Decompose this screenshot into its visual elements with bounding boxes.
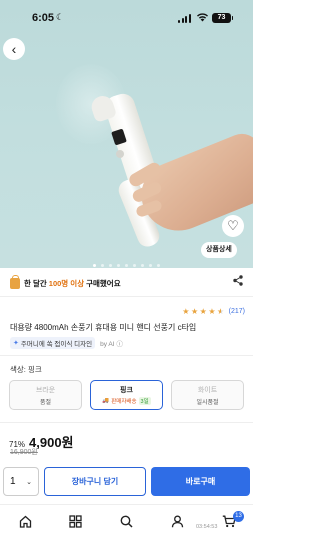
pagination-dot (125, 264, 128, 267)
pagination-dot (157, 264, 160, 267)
ai-summary-badge: ✦ 주머니에 쏙 접이식 디자인 (10, 337, 96, 349)
arrival-label: 판매자배송 (111, 399, 137, 405)
pagination-dot (141, 264, 144, 267)
purchase-suffix: 구매했어요 (86, 278, 121, 288)
status-time: 6:05 (32, 12, 55, 24)
action-bar: 1 ⌄ 장바구니 담기 바로구매 (3, 467, 250, 497)
ai-summary-text: 주머니에 쏙 접이식 디자인 (20, 341, 93, 348)
rating-count[interactable]: (217) (229, 308, 245, 315)
back-button[interactable]: ‹ (3, 38, 25, 60)
pagination-dot (149, 264, 152, 267)
tab-search[interactable] (115, 511, 137, 531)
cart-count-badge: 13 (233, 511, 244, 522)
product-title: 대용량 4800mAh 손풍기 휴대용 미니 핸디 선풍기 c타입 (10, 323, 197, 332)
star-half-icon: ★ (216, 307, 224, 316)
ai-badge-row: ✦ 주머니에 쏙 접이식 디자인 by AI ⓘ (10, 337, 123, 349)
option-name: 핑크 (120, 387, 133, 394)
divider (0, 355, 253, 356)
star-icon: ★ (190, 307, 198, 316)
option-status: 일시품절 (196, 399, 219, 406)
pagination-dot (93, 264, 96, 267)
fan-button (116, 150, 124, 158)
search-icon (120, 515, 133, 528)
signal-icon (178, 14, 192, 23)
image-pagination (0, 264, 253, 267)
option-name: 브라운 (35, 386, 56, 394)
moon-icon: ☾ (56, 12, 65, 22)
bottom-tab-bar: 13 03:54:53 (0, 504, 253, 550)
wishlist-button[interactable]: ♡ (222, 215, 244, 237)
star-icon: ★ (182, 307, 189, 316)
product-detail-button[interactable]: 상품상세 (201, 242, 237, 258)
person-icon (171, 515, 183, 527)
tab-cart[interactable]: 13 (218, 511, 244, 531)
shopping-bag-icon (10, 274, 20, 289)
wifi-icon (197, 13, 208, 22)
divider (0, 296, 253, 297)
purchase-count-row: 한 달간 100명 이상 구매했어요 (10, 274, 243, 291)
pagination-dot (117, 264, 120, 267)
grid-icon (68, 514, 82, 528)
ai-attribution[interactable]: by AI ⓘ (100, 338, 123, 348)
tab-home[interactable] (14, 511, 36, 531)
purchase-prefix: 한 달간 (24, 278, 47, 288)
home-icon (19, 515, 31, 528)
quantity-value: 1 (10, 476, 16, 487)
product-image[interactable]: ‹ ♡ 상품상세 (0, 0, 253, 268)
sparkle-icon: ✦ (13, 340, 19, 347)
timestamp-text: 03:54:53 (196, 524, 218, 530)
quantity-select[interactable]: 1 ⌄ (3, 467, 39, 496)
chevron-left-icon: ‹ (11, 41, 17, 57)
option-name: 화이트 (197, 386, 218, 394)
truck-icon: 🚚 (102, 398, 110, 404)
option-status: 품절 (39, 399, 52, 406)
arrival-info: 🚚 판매자배송 3일 (102, 397, 151, 405)
pagination-dot (109, 264, 112, 267)
original-price: 16,900원 (10, 449, 38, 456)
buy-now-button[interactable]: 바로구매 (151, 467, 250, 496)
share-icon[interactable] (233, 275, 243, 286)
pagination-dot (101, 264, 104, 267)
color-options: 브라운 품절 핑크 🚚 판매자배송 3일 화이트 일시품절 (9, 380, 244, 410)
option-pink[interactable]: 핑크 🚚 판매자배송 3일 (90, 380, 163, 410)
chevron-down-icon: ⌄ (26, 478, 32, 486)
rating[interactable]: ★ ★ ★ ★ ★ (217) (182, 307, 245, 316)
option-white[interactable]: 화이트 일시품절 (171, 380, 244, 410)
tab-my-page[interactable] (166, 511, 188, 531)
star-icon: ★ (208, 307, 215, 316)
add-to-cart-button[interactable]: 장바구니 담기 (44, 467, 146, 496)
divider (0, 422, 253, 423)
status-bar: 6:05 ☾ 73 (0, 0, 253, 36)
battery-indicator: 73 (212, 13, 233, 23)
arrival-tag: 3일 (138, 397, 151, 405)
heart-icon: ♡ (227, 218, 239, 233)
star-icon: ★ (199, 307, 207, 316)
purchase-highlight: 100명 이상 (48, 278, 85, 288)
pagination-dot (133, 264, 136, 267)
color-option-label: 색상: 핑크 (10, 365, 42, 374)
tab-category[interactable] (64, 511, 86, 531)
option-brown[interactable]: 브라운 품절 (9, 380, 82, 410)
